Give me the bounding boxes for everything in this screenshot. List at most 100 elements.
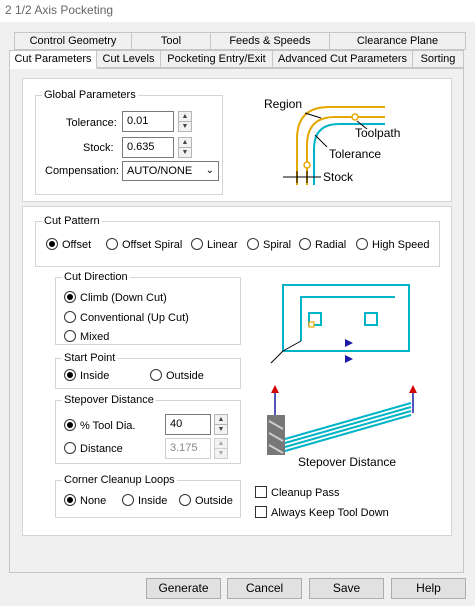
tab-advanced-cut-parameters[interactable]: Advanced Cut Parameters: [272, 50, 413, 68]
group-title: Cut Direction: [62, 270, 130, 284]
compensation-select[interactable]: AUTO/NONE ⌄: [122, 161, 219, 181]
depth-line: [270, 350, 284, 364]
tab-label: Advanced Cut Parameters: [277, 53, 407, 65]
cut-pattern-offset-spiral-radio[interactable]: [106, 238, 118, 250]
compensation-label: Compensation:: [45, 165, 119, 177]
start-point-group: Start Point Inside Outside: [55, 351, 241, 389]
cut-pattern-option-label: Radial: [315, 239, 347, 251]
direction-arrow: [345, 339, 353, 347]
tab-control-geometry[interactable]: Control Geometry: [14, 32, 132, 50]
cut-pattern-high-speed-radio[interactable]: [356, 238, 368, 250]
stock-diagram-label: Stock: [323, 170, 354, 184]
cut-pattern-option-label: Offset Spiral: [122, 239, 183, 251]
tab-label: Cut Levels: [102, 53, 155, 65]
mixed-radio[interactable]: [64, 330, 76, 342]
start-inside-radio[interactable]: [64, 369, 76, 381]
cleanup-inside-radio[interactable]: [122, 494, 134, 506]
tolerance-label: Tolerance:: [66, 117, 117, 129]
cut-direction-option-label: Climb (Down Cut): [80, 292, 167, 304]
cleanup-pass-label: Cleanup Pass: [271, 487, 340, 499]
group-title: Global Parameters: [42, 88, 138, 102]
direction-arrow: [345, 355, 353, 363]
cut-pattern-radial-radio[interactable]: [299, 238, 311, 250]
tool-dia-spinner[interactable]: ▲ ▼: [214, 414, 228, 435]
cleanup-outside-radio[interactable]: [179, 494, 191, 506]
tab-sorting[interactable]: Sorting: [412, 50, 464, 68]
tab-feeds-speeds[interactable]: Feeds & Speeds: [210, 32, 330, 50]
depth-line: [282, 340, 302, 352]
tab-clearance-plane[interactable]: Clearance Plane: [329, 32, 466, 50]
corner-cleanup-group: Corner Cleanup Loops None Inside Outside: [55, 473, 241, 518]
start-outside-radio[interactable]: [150, 369, 162, 381]
toolpath-line: [284, 410, 412, 448]
corner-cleanup-option-label: Inside: [138, 495, 168, 507]
cut-pattern-option-label: Linear: [207, 239, 238, 251]
tab-pocketing-entry-exit[interactable]: Pocketing Entry/Exit: [160, 50, 273, 68]
tab-label: Sorting: [420, 53, 456, 65]
cut-pattern-group: Cut Pattern Offset Offset Spiral Linear …: [35, 214, 440, 267]
tolerance-input[interactable]: 0.01: [122, 111, 174, 132]
save-button[interactable]: Save: [309, 578, 384, 599]
region-leader: [304, 112, 322, 119]
stock-spinner[interactable]: ▲ ▼: [178, 137, 192, 158]
window-title: 2 1/2 Axis Pocketing: [5, 3, 114, 17]
global-parameters-group: Global Parameters Tolerance: 0.01 ▲ ▼ Sto…: [35, 88, 223, 195]
tool-dia-input[interactable]: 40: [165, 414, 211, 435]
global-parameters-panel: Global Parameters Tolerance: 0.01 ▲ ▼ Sto…: [22, 78, 452, 202]
corner-cleanup-option-label: Outside: [195, 495, 233, 507]
stepover-distance-group: Stepover Distance % Tool Dia. 40 ▲ ▼ Dist…: [55, 393, 241, 464]
start-point-option-label: Outside: [166, 370, 204, 382]
cut-pattern-option-label: High Speed: [372, 239, 430, 251]
cut-pattern-option-label: Spiral: [263, 239, 292, 251]
distance-spinner[interactable]: ▲ ▼: [214, 438, 228, 459]
title-bar: 2 1/2 Axis Pocketing: [0, 0, 475, 22]
tolerance-spinner[interactable]: ▲ ▼: [178, 111, 192, 132]
tool-dia-label: % Tool Dia.: [80, 420, 136, 432]
cleanup-pass-checkbox[interactable]: [255, 486, 267, 498]
tab-label: Cut Parameters: [14, 53, 92, 65]
start-point-marker: [308, 321, 315, 328]
pocket-island-right: [364, 312, 378, 326]
tab-label: Control Geometry: [29, 35, 117, 47]
climb-radio[interactable]: [64, 291, 76, 303]
toolpath-line: [284, 406, 412, 444]
tab-cut-levels[interactable]: Cut Levels: [96, 50, 161, 68]
cut-pattern-option-label: Offset: [62, 239, 92, 251]
conventional-radio[interactable]: [64, 311, 76, 323]
chevron-down-icon: ⌄: [205, 165, 214, 176]
group-title: Cut Pattern: [42, 214, 102, 228]
tool-dia-radio[interactable]: [64, 419, 76, 431]
cut-pattern-spiral-radio[interactable]: [247, 238, 259, 250]
group-title: Corner Cleanup Loops: [62, 473, 177, 487]
pocket-inner: [300, 296, 395, 341]
region-label: Region: [264, 97, 303, 111]
distance-input[interactable]: 3.175: [165, 438, 211, 459]
tab-cut-parameters[interactable]: Cut Parameters: [9, 50, 97, 69]
cut-direction-option-label: Conventional (Up Cut): [80, 312, 189, 324]
cut-direction-group: Cut Direction Climb (Down Cut) Conventio…: [55, 270, 241, 345]
cut-direction-option-label: Mixed: [80, 331, 110, 343]
tolerance-leader: [314, 134, 328, 148]
cleanup-none-radio[interactable]: [64, 494, 76, 506]
help-button[interactable]: Help: [391, 578, 466, 599]
start-point-option-label: Inside: [80, 370, 110, 382]
toolpath-label: Toolpath: [355, 126, 401, 140]
cut-options-panel: Cut Pattern Offset Offset Spiral Linear …: [22, 206, 452, 536]
tab-label: Pocketing Entry/Exit: [167, 53, 266, 65]
cut-pattern-offset-radio[interactable]: [46, 238, 58, 250]
always-keep-tool-down-checkbox[interactable]: [255, 506, 267, 518]
compensation-value: AUTO/NONE: [127, 165, 193, 177]
generate-button[interactable]: Generate: [146, 578, 221, 599]
cut-pattern-linear-radio[interactable]: [191, 238, 203, 250]
tab-label: Clearance Plane: [356, 35, 439, 47]
cancel-button[interactable]: Cancel: [227, 578, 302, 599]
tab-tool[interactable]: Tool: [131, 32, 211, 50]
group-title: Start Point: [62, 351, 118, 365]
tolerance-diagram-label: Tolerance: [329, 147, 382, 161]
tab-label: Tool: [160, 35, 182, 47]
stock-label: Stock:: [83, 142, 114, 154]
stock-input[interactable]: 0.635: [122, 137, 174, 158]
stepover-diagram: [267, 385, 417, 455]
toolpath-point: [351, 113, 359, 121]
distance-radio[interactable]: [64, 442, 76, 454]
